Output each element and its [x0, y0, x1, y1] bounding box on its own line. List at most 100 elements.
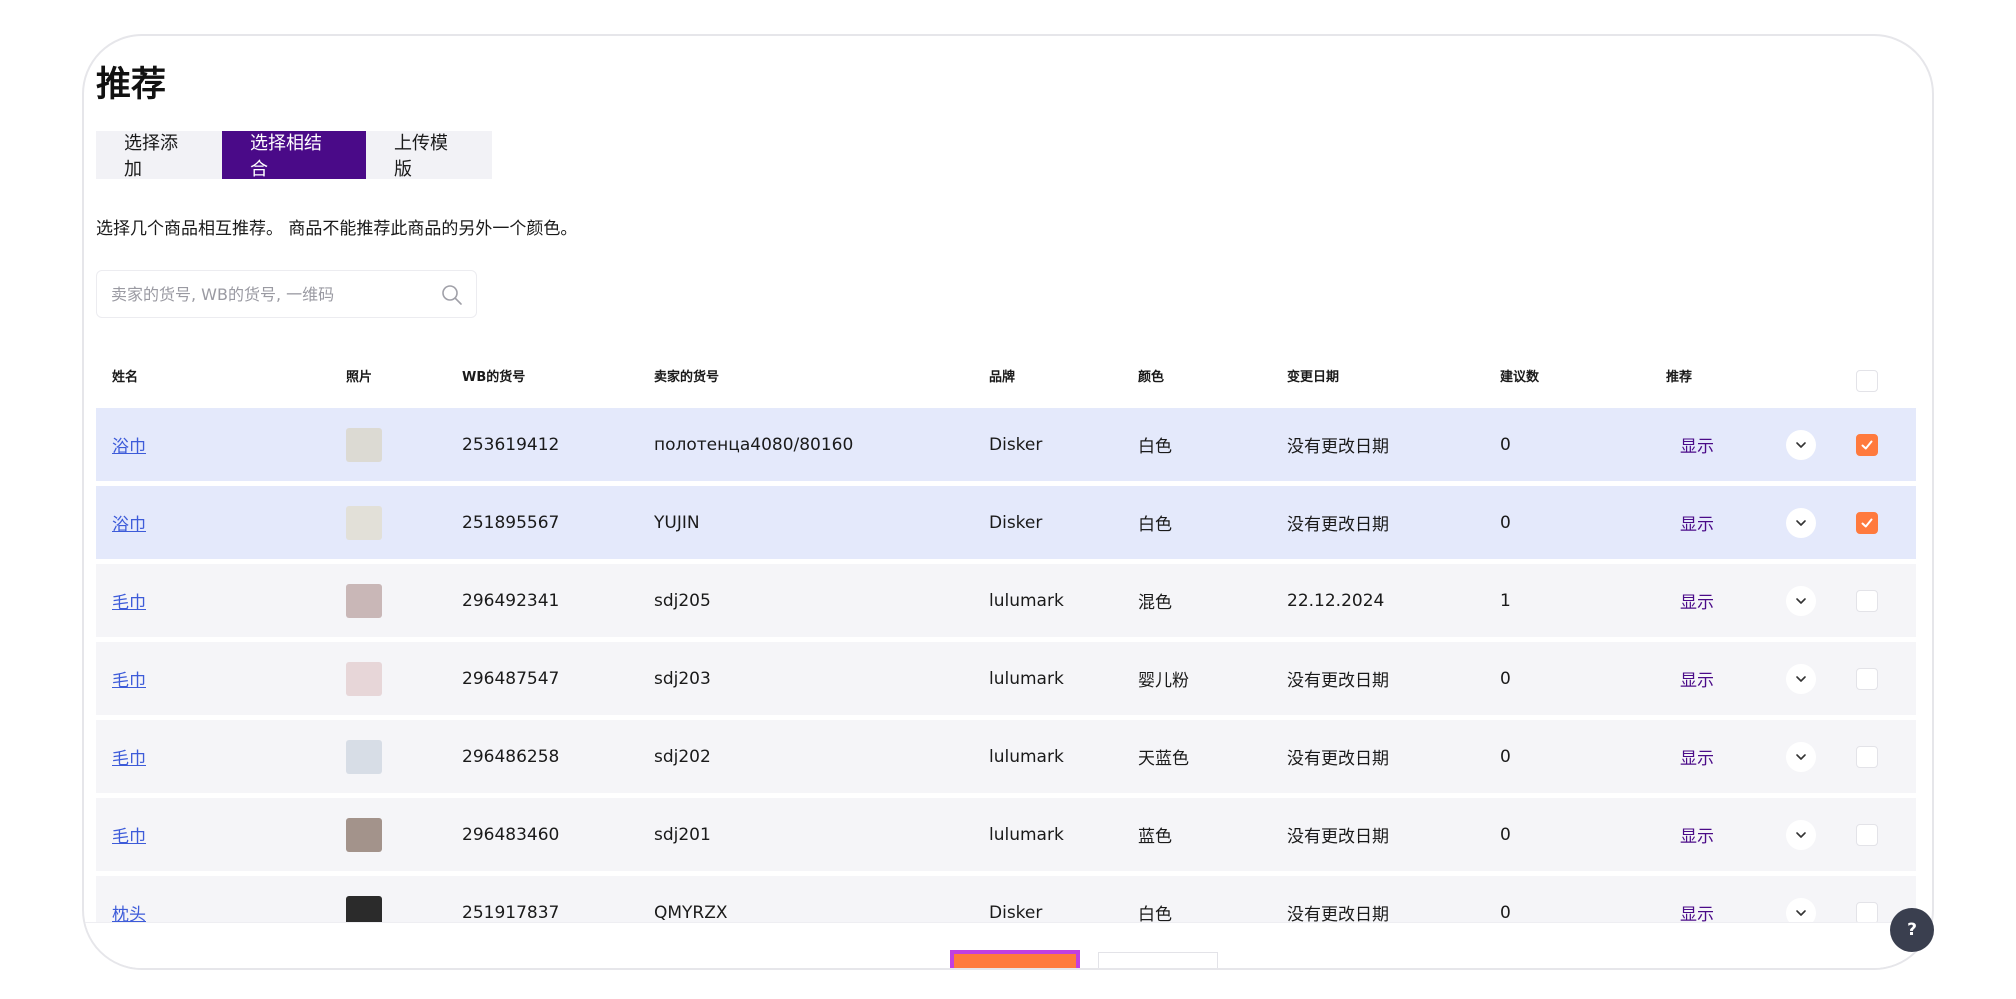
wb-sku-cell-wrap: 296487547 [462, 642, 559, 715]
seller-sku-cell: sdj203 [654, 668, 711, 689]
header-photo: 照片 [346, 370, 373, 385]
show-recommendations-wrap: 显示 [1680, 486, 1714, 559]
search-icon[interactable] [440, 283, 464, 307]
show-recommendations-wrap: 显示 [1680, 798, 1714, 871]
change-date-cell-wrap: 没有更改日期 [1287, 642, 1389, 715]
suggestion-count-cell: 0 [1500, 668, 1511, 689]
product-name-link[interactable]: 浴巾 [112, 510, 146, 535]
row-checkbox[interactable] [1856, 745, 1878, 768]
seller-sku-cell-wrap: sdj201 [654, 798, 711, 871]
product-name-wrap: 毛巾 [112, 720, 146, 793]
row-checkbox[interactable] [1856, 823, 1878, 846]
row-checkbox[interactable] [1856, 667, 1878, 690]
chevron-down-icon[interactable] [1786, 507, 1816, 538]
suggestion-count-cell-wrap: 0 [1500, 798, 1511, 871]
product-name-link[interactable]: 浴巾 [112, 432, 146, 457]
chevron-down-icon[interactable] [1786, 819, 1816, 850]
tab-upload-template[interactable]: 上传模版 [366, 131, 492, 180]
show-recommendations-wrap: 显示 [1680, 720, 1714, 793]
suggestion-count-cell-wrap: 0 [1500, 642, 1511, 715]
change-date-cell-wrap: 没有更改日期 [1287, 408, 1389, 481]
expand-cell [1786, 486, 1816, 559]
table-row[interactable]: 浴巾 251895567 YUJIN Disker 白色 没有更改日期 0 显示 [96, 486, 1916, 559]
clear-all-button[interactable]: 清空所有 [1098, 952, 1218, 968]
show-recommendations-link[interactable]: 显示 [1680, 432, 1714, 457]
brand-cell-wrap: lulumark [989, 564, 1064, 637]
table-row[interactable]: 毛巾 296487547 sdj203 lulumark 婴儿粉 没有更改日期 0 显示 [96, 642, 1916, 715]
chevron-down-icon[interactable] [1786, 741, 1816, 772]
help-button[interactable]: ? [1890, 908, 1934, 952]
table-row[interactable]: 毛巾 296486258 sdj202 lulumark 天蓝色 没有更改日期 0 显示 [96, 720, 1916, 793]
product-name-link[interactable]: 毛巾 [112, 588, 146, 613]
select-cell [1856, 876, 1878, 922]
tab-select-add[interactable]: 选择添加 [96, 131, 222, 180]
header-suggestion-count: 建议数 [1500, 370, 1540, 385]
suggestion-count-cell: 0 [1500, 746, 1511, 767]
product-name-link[interactable]: 毛巾 [112, 666, 146, 691]
product-thumbnail[interactable] [346, 817, 382, 852]
change-date-cell: 没有更改日期 [1287, 671, 1389, 691]
search-input[interactable] [97, 271, 476, 317]
show-recommendations-link[interactable]: 显示 [1680, 666, 1714, 691]
show-recommendations-link[interactable]: 显示 [1680, 822, 1714, 847]
row-checkbox[interactable] [1856, 433, 1878, 456]
chevron-down-icon[interactable] [1786, 585, 1816, 616]
wb-sku-cell-wrap: 251895567 [462, 486, 559, 559]
checkmark-icon [1861, 518, 1873, 527]
select-cell [1856, 408, 1878, 481]
change-date-cell: 没有更改日期 [1287, 749, 1389, 769]
change-date-cell-wrap: 没有更改日期 [1287, 486, 1389, 559]
chevron-down-icon[interactable] [1786, 663, 1816, 694]
seller-sku-cell-wrap: QMYRZX [654, 876, 728, 923]
product-thumbnail[interactable] [346, 895, 382, 922]
color-cell-wrap: 混色 [1138, 564, 1172, 637]
color-cell-wrap: 白色 [1138, 876, 1172, 922]
header-recommend: 推荐 [1666, 370, 1693, 385]
header-name: 姓名 [112, 370, 139, 385]
product-thumbnail[interactable] [346, 505, 382, 540]
product-thumbnail[interactable] [346, 661, 382, 696]
photo-cell [346, 720, 382, 793]
product-thumbnail[interactable] [346, 583, 382, 618]
product-name-wrap: 毛巾 [112, 798, 146, 871]
product-name-wrap: 毛巾 [112, 642, 146, 715]
row-checkbox[interactable] [1856, 589, 1878, 612]
select-all-checkbox[interactable] [1856, 370, 1878, 392]
row-checkbox[interactable] [1856, 511, 1878, 534]
show-recommendations-link[interactable]: 显示 [1680, 588, 1714, 613]
tab-select-combine[interactable]: 选择相结合 [222, 131, 366, 180]
show-recommendations-link[interactable]: 显示 [1680, 744, 1714, 769]
product-name-link[interactable]: 毛巾 [112, 822, 146, 847]
recommendations-card: 推荐 选择添加 选择相结合 上传模版 选择几个商品相互推荐。 商品不能推荐此商品… [82, 34, 1934, 970]
table-row[interactable]: 毛巾 296483460 sdj201 lulumark 蓝色 没有更改日期 0 显示 [96, 798, 1916, 871]
show-recommendations-link[interactable]: 显示 [1680, 900, 1714, 922]
show-recommendations-wrap: 显示 [1680, 564, 1714, 637]
chevron-down-icon[interactable] [1786, 429, 1816, 460]
expand-cell [1786, 564, 1816, 637]
merge-recommend-button[interactable]: 合并推荐 [950, 950, 1080, 968]
wb-sku-cell-wrap: 253619412 [462, 408, 559, 481]
chevron-down-icon[interactable] [1786, 897, 1816, 922]
seller-sku-cell-wrap: sdj202 [654, 720, 711, 793]
product-name-link[interactable]: 毛巾 [112, 744, 146, 769]
change-date-cell: 没有更改日期 [1287, 437, 1389, 457]
table-row[interactable]: 枕头 251917837 QMYRZX Disker 白色 没有更改日期 0 显示 [96, 876, 1916, 922]
color-cell: 混色 [1138, 593, 1172, 613]
table-row[interactable]: 浴巾 253619412 полотенца4080/80160 Disker 白色 没有… [96, 408, 1916, 481]
show-recommendations-wrap: 显示 [1680, 876, 1714, 922]
seller-sku-cell: YUJIN [654, 512, 700, 533]
instruction-text: 选择几个商品相互推荐。 商品不能推荐此商品的另外一个颜色。 [96, 219, 578, 239]
show-recommendations-link[interactable]: 显示 [1680, 510, 1714, 535]
brand-cell: lulumark [989, 824, 1064, 845]
change-date-cell-wrap: 没有更改日期 [1287, 876, 1389, 922]
brand-cell-wrap: lulumark [989, 642, 1064, 715]
header-brand: 品牌 [989, 370, 1016, 385]
product-thumbnail[interactable] [346, 427, 382, 462]
select-cell [1856, 564, 1878, 637]
table-row[interactable]: 毛巾 296492341 sdj205 lulumark 混色 22.12.2024 1 显示 [96, 564, 1916, 637]
change-date-cell-wrap: 22.12.2024 [1287, 564, 1384, 637]
product-name-link[interactable]: 枕头 [112, 900, 146, 922]
row-checkbox[interactable] [1856, 901, 1878, 922]
wb-sku-cell: 251917837 [462, 902, 560, 923]
product-thumbnail[interactable] [346, 739, 382, 774]
